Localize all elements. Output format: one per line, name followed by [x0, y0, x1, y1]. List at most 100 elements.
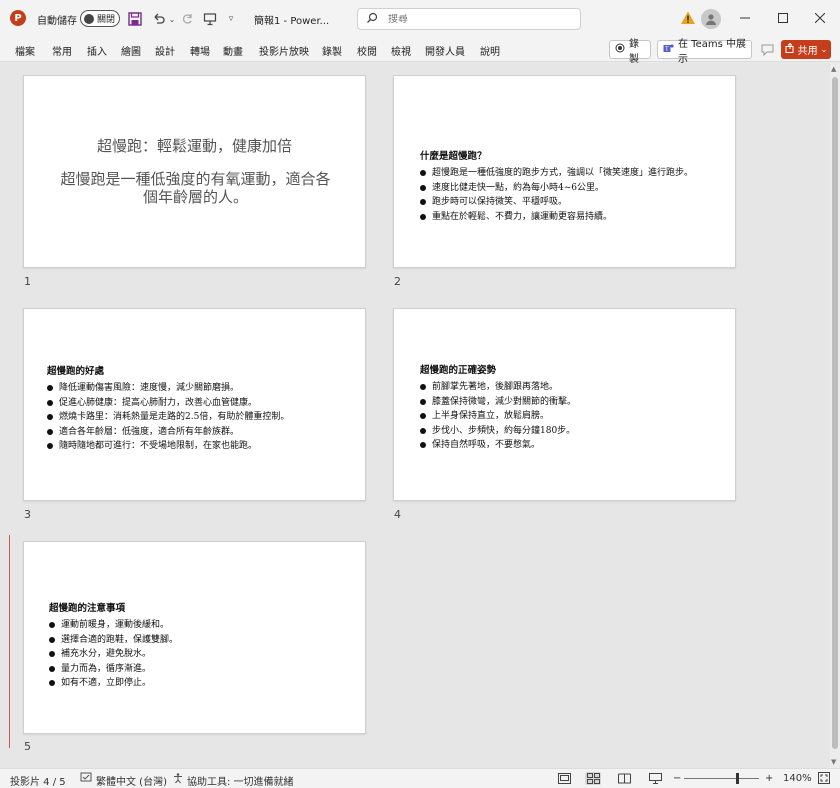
bullet-item: 運動前暖身，運動後緩和。: [49, 618, 178, 633]
present-in-teams-button[interactable]: T 在 Teams 中展示: [657, 39, 752, 65]
bullet-text: 重點在於輕鬆、不費力，讓運動更容易持續。: [432, 211, 613, 222]
search-input[interactable]: [388, 13, 558, 25]
bullet-list: 運動前暖身，運動後緩和。 選擇合適的跑鞋，保護雙腳。 補充水分，避免脫水。 量力…: [49, 618, 178, 691]
scroll-down-icon[interactable]: ▼: [831, 758, 836, 766]
accessibility-status[interactable]: 協助工具: 一切進備就緒: [187, 773, 294, 788]
bullet-item: 保持自然呼吸，不要憋氣。: [420, 438, 576, 453]
bullet-text: 超慢跑是一種低強度的跑步方式，強調以「微笑速度」進行跑步。: [432, 168, 694, 178]
bullet-dot: [47, 385, 53, 391]
bullet-text: 燃燒卡路里：消耗熱量是走路的2.5倍，有助於體重控制。: [59, 412, 290, 422]
accessibility-icon[interactable]: [172, 772, 184, 787]
tab-design[interactable]: 設計: [155, 43, 175, 58]
teams-icon: T: [663, 43, 674, 57]
slide-heading: 什麼是超慢跑？: [420, 151, 487, 162]
vertical-scrollbar[interactable]: ▲ ▼: [830, 63, 840, 768]
comments-icon[interactable]: [757, 40, 777, 59]
bullet-dot: [420, 413, 426, 419]
tab-record[interactable]: 錄製: [322, 43, 342, 58]
tab-file[interactable]: 檔案: [15, 43, 35, 58]
bullet-dot: [420, 184, 426, 191]
slide-subtitle: 超慢跑是一種低強度的有氧運動，適合各個年齡層的人。: [60, 170, 331, 206]
record-button[interactable]: 錄製: [609, 39, 651, 65]
slide-heading: 超慢跑的好處: [47, 366, 105, 377]
share-label: 共用: [797, 46, 818, 57]
record-icon: [615, 43, 625, 56]
bullet-dot: [47, 414, 53, 420]
bullet-text: 選擇合適的跑鞋，保護雙腳。: [61, 634, 179, 645]
zoom-slider[interactable]: [684, 778, 759, 779]
bullet-text: 補充水分，避免脫水。: [61, 649, 152, 659]
zoom-slider-thumb[interactable]: [736, 773, 739, 784]
zoom-out-button[interactable]: −: [673, 773, 681, 784]
bullet-dot: [49, 622, 55, 628]
slide-number-2: 2: [394, 275, 401, 288]
close-icon[interactable]: [808, 8, 832, 28]
slide-sorter-view-icon[interactable]: [585, 772, 601, 785]
document-title[interactable]: 簡報1 - Power...: [254, 12, 329, 27]
title-bar: P 自動儲存 關閉 ⌄ ▿ 簡報1 - Power...: [0, 0, 840, 37]
bullet-dot: [420, 384, 426, 390]
slide-number-4: 4: [394, 508, 401, 521]
bullet-dot: [420, 199, 426, 205]
redo-icon[interactable]: [178, 10, 196, 28]
zoom-in-button[interactable]: +: [765, 773, 773, 784]
bullet-item: 如有不適，立即停止。: [49, 676, 178, 691]
bullet-item: 適合各年齡層：低強度，適合所有年齡族群。: [47, 425, 289, 440]
scrollbar-thumb[interactable]: [832, 77, 838, 749]
zoom-level[interactable]: 140%: [783, 773, 812, 784]
bullet-dot: [420, 213, 426, 220]
present-icon[interactable]: [201, 10, 219, 28]
tab-animations[interactable]: 動畫: [223, 43, 243, 58]
slide-heading: 超慢跑的正確姿勢: [420, 365, 497, 376]
search-box[interactable]: [357, 8, 581, 30]
maximize-icon[interactable]: [771, 8, 795, 28]
share-button[interactable]: 共用 ⌄: [781, 40, 831, 59]
bullet-item: 膝蓋保持微彎，減少對關節的衝擊。: [420, 395, 576, 410]
tab-view[interactable]: 檢視: [391, 43, 411, 58]
tab-slideshow[interactable]: 投影片放映: [259, 43, 309, 58]
tab-developer[interactable]: 開發人員: [425, 43, 465, 58]
bullet-dot: [420, 170, 426, 176]
tab-help[interactable]: 說明: [480, 43, 500, 58]
powerpoint-app-icon: P: [10, 10, 26, 26]
toggle-knob: [84, 13, 94, 24]
tab-home[interactable]: 常用: [52, 43, 72, 58]
slide-thumbnail-3[interactable]: 超慢跑的好處 降低運動傷害風險：速度慢，減少關節磨損。 促進心肺健康：提高心肺耐…: [23, 308, 366, 501]
language-status[interactable]: 繁體中文 (台灣): [96, 773, 167, 788]
spellcheck-icon[interactable]: [80, 772, 92, 787]
slide-thumbnail-2[interactable]: 什麼是超慢跑？ 超慢跑是一種低強度的跑步方式，強調以「微笑速度」進行跑步。 速度…: [393, 75, 736, 268]
minimize-icon[interactable]: [733, 8, 757, 28]
bullet-item: 跑步時可以保持微笑、平穩呼吸。: [420, 195, 693, 210]
slide-thumbnail-4[interactable]: 超慢跑的正確姿勢 前腳掌先著地，後腳跟再落地。 膝蓋保持微彎，減少對關節的衝擊。…: [393, 308, 736, 501]
slide-count-status: 投影片 4 / 5: [10, 777, 66, 788]
bullet-text: 促進心肺健康：提高心肺耐力，改善心血管健康。: [59, 397, 258, 408]
avatar-icon[interactable]: [701, 9, 721, 29]
tab-draw[interactable]: 繪圖: [121, 43, 141, 58]
fit-to-window-icon[interactable]: [818, 772, 830, 787]
slide-title: 超慢跑：輕鬆運動，健康加倍: [96, 137, 292, 155]
warning-icon[interactable]: [680, 10, 696, 26]
slide-thumbnail-1[interactable]: 超慢跑：輕鬆運動，健康加倍 超慢跑是一種低強度的有氧運動，適合各個年齡層的人。: [23, 75, 366, 268]
autosave-label: 自動儲存: [37, 16, 77, 27]
bullet-item: 量力而為，循序漸進。: [49, 662, 178, 677]
slideshow-view-icon[interactable]: [647, 772, 663, 785]
bullet-item: 降低運動傷害風險：速度慢，減少關節磨損。: [47, 381, 289, 396]
scroll-up-icon[interactable]: ▲: [831, 65, 836, 73]
record-label: 錄製: [629, 38, 639, 65]
reading-view-icon[interactable]: [616, 772, 632, 785]
bullet-item: 步伐小、步頻快，約每分鐘180步。: [420, 424, 576, 439]
tab-insert[interactable]: 插入: [87, 43, 107, 58]
tab-transitions[interactable]: 轉場: [190, 43, 210, 58]
normal-view-icon[interactable]: [556, 772, 572, 785]
status-bar: 投影片 4 / 5 繁體中文 (台灣) 協助工具: 一切進備就緒 − + 140…: [0, 768, 840, 788]
bullet-dot: [47, 443, 53, 449]
bullet-item: 補充水分，避免脫水。: [49, 647, 178, 662]
slide-body: 什麼是超慢跑？ 超慢跑是一種低強度的跑步方式，強調以「微笑速度」進行跑步。 速度…: [420, 148, 693, 224]
slide-number-3: 3: [24, 508, 31, 521]
customize-icon[interactable]: ▿: [222, 10, 240, 28]
autosave-toggle[interactable]: 關閉: [80, 10, 120, 27]
bullet-dot: [49, 636, 55, 643]
tab-review[interactable]: 校閱: [357, 43, 377, 58]
slide-thumbnail-5[interactable]: 超慢跑的注意事項 運動前暖身，運動後緩和。 選擇合適的跑鞋，保護雙腳。 補充水分…: [23, 541, 366, 734]
save-icon[interactable]: [126, 10, 144, 28]
